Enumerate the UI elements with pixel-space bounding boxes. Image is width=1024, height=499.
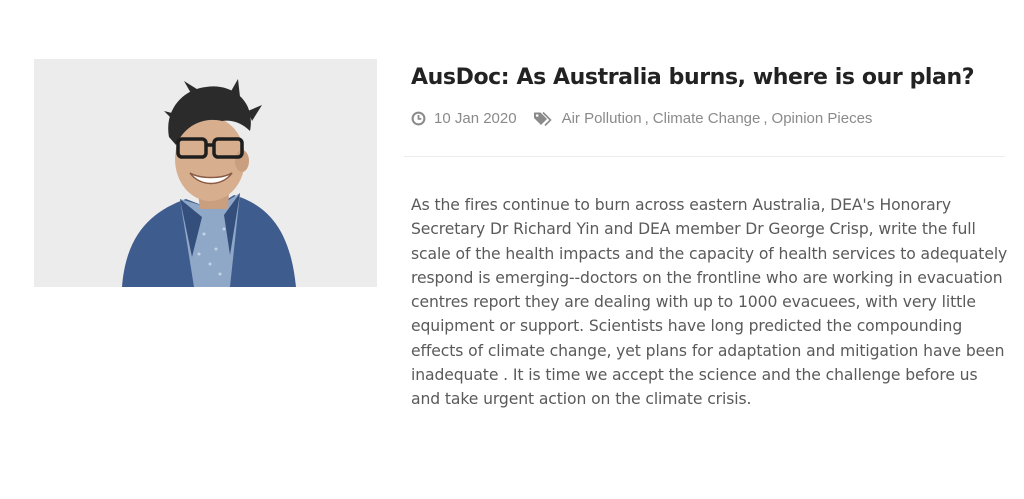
category-separator: , [644, 109, 649, 127]
post-excerpt: As the fires continue to burn across eas… [411, 196, 1008, 409]
clock-icon [411, 111, 426, 126]
post-thumbnail[interactable] [34, 59, 377, 287]
post-title[interactable]: AusDoc: As Australia burns, where is our… [411, 62, 1005, 94]
category-link-climate-change[interactable]: Climate Change [653, 110, 761, 127]
category-link-air-pollution[interactable]: Air Pollution [562, 110, 642, 127]
post-date: 10 Jan 2020 [434, 109, 517, 127]
tag-icon [533, 111, 553, 126]
meta-divider [404, 156, 1005, 157]
portrait-photo-icon [34, 59, 377, 287]
blog-post-card: AusDoc: As Australia burns, where is our… [0, 0, 1024, 499]
category-link-opinion-pieces[interactable]: Opinion Pieces [772, 110, 873, 127]
post-meta: 10 Jan 2020 Air Pollution , Climate Chan… [411, 108, 1005, 128]
category-separator: , [763, 109, 768, 127]
post-content: AusDoc: As Australia burns, where is our… [411, 62, 1005, 128]
